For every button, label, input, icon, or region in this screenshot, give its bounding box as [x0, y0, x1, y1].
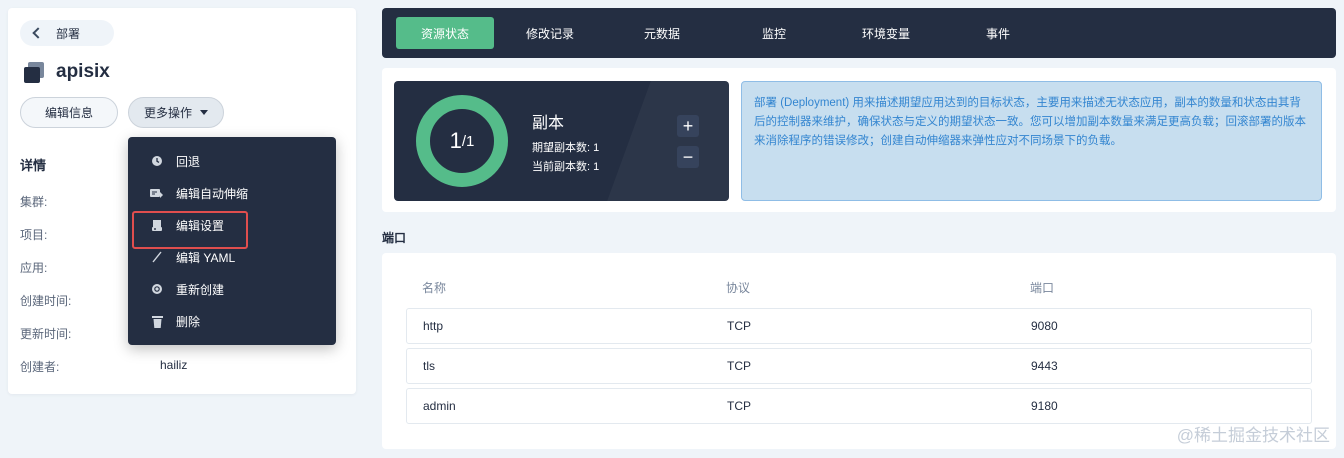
detail-label: 应用:	[20, 261, 48, 275]
more-actions-label: 更多操作	[143, 106, 192, 120]
caret-down-icon	[200, 110, 208, 115]
replica-current: 1	[449, 128, 462, 153]
tab-revision-records[interactable]: 修改记录	[494, 17, 606, 49]
back-button[interactable]: 部署	[20, 20, 114, 46]
page-title-row: apisix	[22, 60, 110, 84]
current-replicas-text: 当前副本数: 1	[532, 161, 600, 173]
menu-item-label: 编辑设置	[176, 218, 225, 233]
column-header-name: 名称	[422, 281, 447, 295]
watermark: @稀土掘金技术社区	[1176, 426, 1330, 445]
increase-replica-button[interactable]: +	[677, 115, 699, 137]
menu-item-recreate[interactable]: 重新创建	[128, 273, 336, 305]
ports-title: 端口	[382, 231, 407, 245]
ports-table-header: 名称 协议 端口	[422, 279, 1312, 295]
details-title: 详情	[20, 158, 47, 173]
menu-item-rollback[interactable]: 回退	[128, 145, 336, 177]
detail-label: 更新时间:	[20, 327, 72, 341]
menu-item-label: 删除	[176, 314, 201, 329]
detail-value: hailiz	[160, 358, 188, 372]
detail-label: 创建者:	[20, 360, 60, 374]
desired-replicas-text: 期望副本数: 1	[532, 142, 600, 154]
menu-item-edit-autoscale[interactable]: 编辑自动伸缩	[128, 177, 336, 209]
port-protocol: TCP	[727, 319, 751, 333]
port-name: http	[423, 319, 444, 333]
menu-item-edit-settings[interactable]: 编辑设置	[128, 209, 336, 249]
detail-label: 项目:	[20, 228, 48, 242]
more-actions-menu: 回退 编辑自动伸缩 编辑设置 编辑 YAML 重新创建 删除	[128, 137, 336, 345]
yaml-icon	[150, 250, 164, 264]
edit-info-button[interactable]: 编辑信息	[20, 97, 118, 128]
replica-card: 1/1 副本 期望副本数: 1 当前副本数: 1 + −	[394, 81, 729, 201]
tab-bar: 资源状态 修改记录 元数据 监控 环境变量 事件	[382, 8, 1336, 58]
detail-label: 创建时间:	[20, 294, 72, 308]
refresh-icon	[150, 282, 164, 296]
menu-item-label: 重新创建	[176, 282, 225, 297]
table-row: admin TCP 9180	[406, 388, 1312, 424]
detail-label: 集群:	[20, 195, 48, 209]
tab-metadata[interactable]: 元数据	[606, 17, 718, 49]
chevron-left-icon	[32, 27, 44, 39]
menu-item-label: 回退	[176, 154, 201, 169]
column-header-protocol: 协议	[726, 281, 751, 295]
autoscale-icon	[150, 186, 164, 200]
back-label: 部署	[56, 26, 81, 41]
menu-item-label: 编辑 YAML	[176, 250, 236, 265]
tab-events[interactable]: 事件	[942, 17, 1054, 49]
menu-item-delete[interactable]: 删除	[128, 305, 336, 337]
replica-desired: 1	[466, 132, 475, 150]
port-number: 9080	[1031, 319, 1058, 333]
replica-title: 副本	[532, 115, 565, 132]
settings-icon	[150, 218, 164, 232]
tab-resource-status[interactable]: 资源状态	[396, 17, 494, 49]
port-number: 9443	[1031, 359, 1058, 373]
deployment-icon	[22, 60, 46, 84]
table-row: tls TCP 9443	[406, 348, 1312, 384]
port-protocol: TCP	[727, 399, 751, 413]
decrease-replica-button[interactable]: −	[677, 146, 699, 168]
more-actions-button[interactable]: 更多操作	[128, 97, 224, 128]
deployment-description: 部署 (Deployment) 用来描述期望应用达到的目标状态，主要用来描述无状…	[741, 81, 1322, 201]
trash-icon	[150, 314, 164, 328]
action-buttons: 编辑信息 更多操作	[20, 97, 224, 128]
port-protocol: TCP	[727, 359, 751, 373]
column-header-port: 端口	[1030, 281, 1055, 295]
page-title: apisix	[56, 61, 110, 82]
menu-item-edit-yaml[interactable]: 编辑 YAML	[128, 241, 336, 273]
ports-table: 名称 协议 端口 http TCP 9080 tls TCP 9443 admi…	[382, 253, 1336, 449]
menu-item-label: 编辑自动伸缩	[176, 186, 249, 201]
tab-environment-variables[interactable]: 环境变量	[830, 17, 942, 49]
history-icon	[150, 154, 164, 168]
table-row: http TCP 9080	[406, 308, 1312, 344]
replica-section: 1/1 副本 期望副本数: 1 当前副本数: 1 + − 部署 (Deploym…	[382, 68, 1336, 212]
detail-row-creator: 创建者: hailiz	[20, 358, 340, 391]
port-name: tls	[423, 359, 435, 373]
tab-monitoring[interactable]: 监控	[718, 17, 830, 49]
replica-ring: 1/1	[416, 95, 508, 187]
port-name: admin	[423, 399, 456, 413]
port-number: 9180	[1031, 399, 1058, 413]
